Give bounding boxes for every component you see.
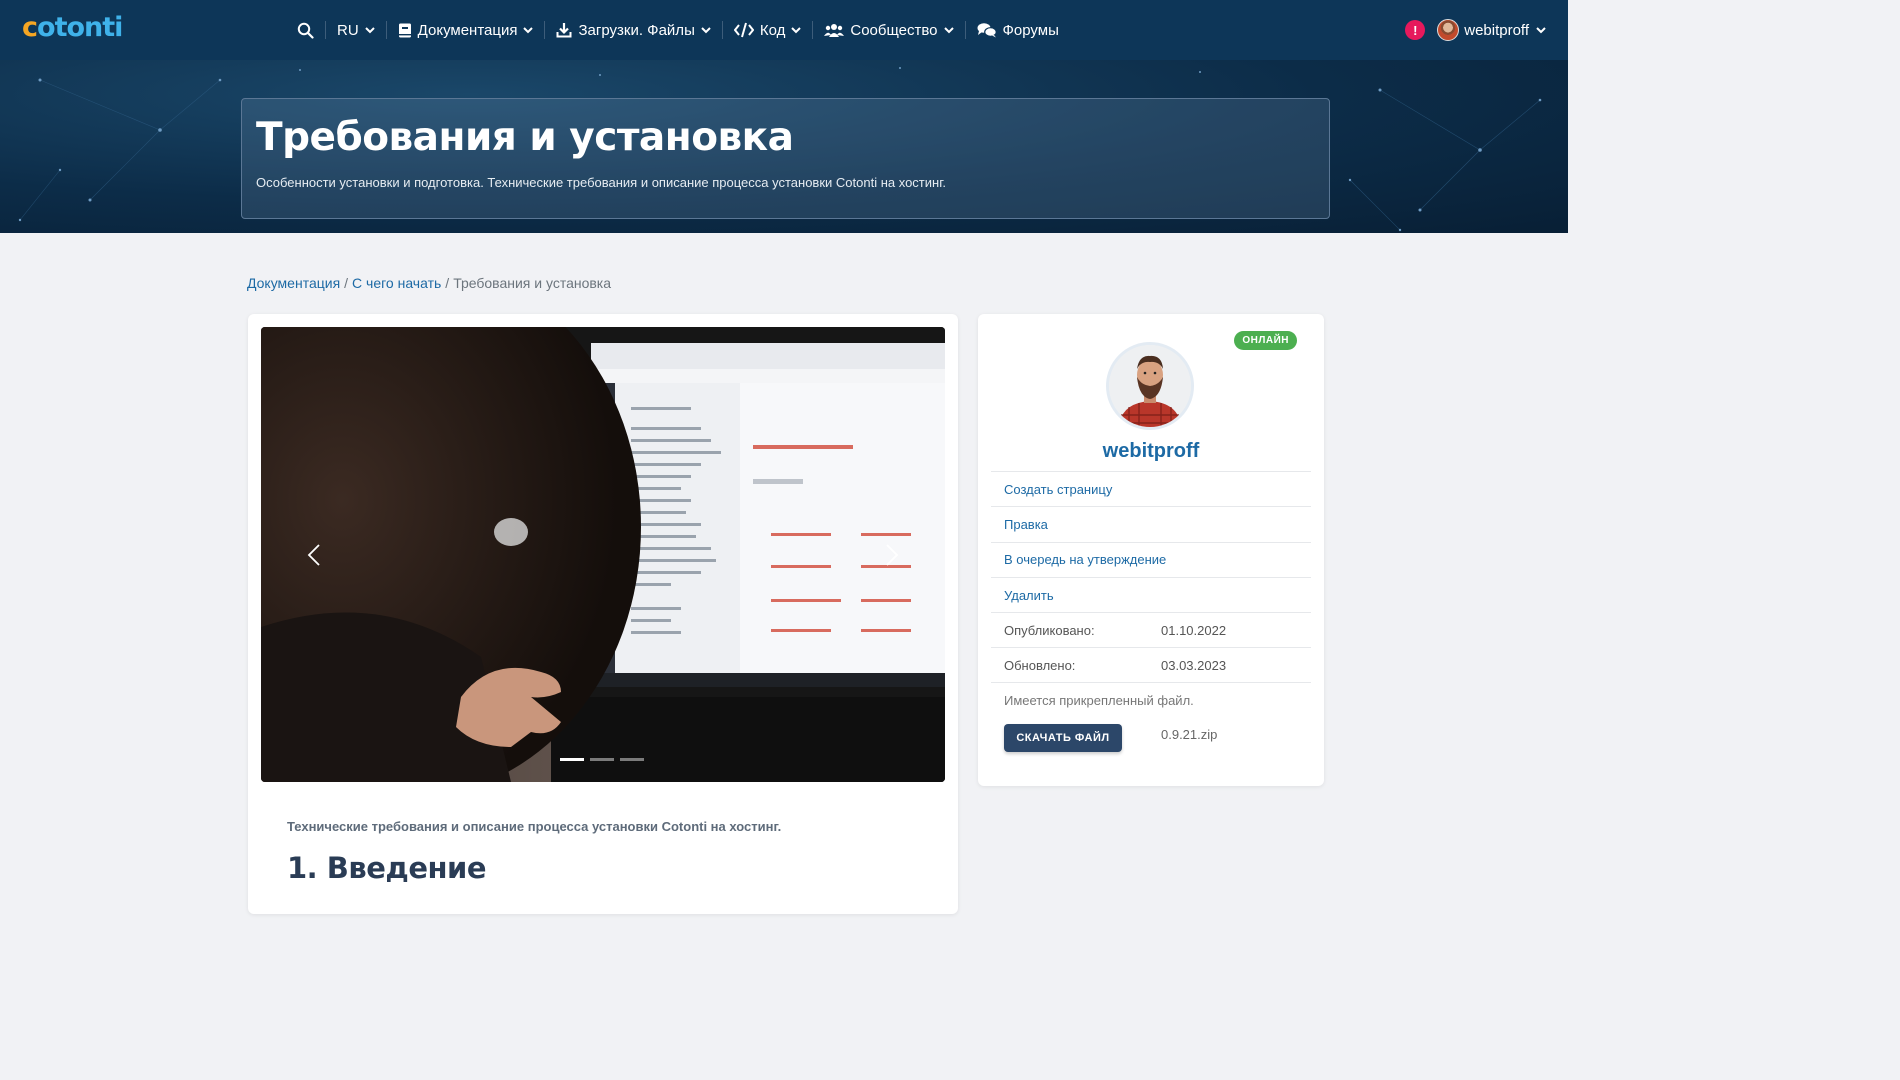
- attachment-note: Имеется прикрепленный файл.: [1004, 693, 1194, 708]
- updated-row: Обновлено: 03.03.2023: [991, 647, 1311, 683]
- breadcrumb-link[interactable]: Документация: [247, 275, 340, 291]
- author-actions: Создать страницу Правка В очередь на утв…: [991, 471, 1311, 683]
- chevron-right-icon: [885, 543, 899, 567]
- nav-forums-label: Форумы: [1002, 21, 1059, 39]
- top-navbar: cotonti RU Документация Загрузки. Файлы: [0, 0, 1568, 60]
- list-item: Правка: [991, 506, 1311, 541]
- carousel-indicator[interactable]: [590, 758, 614, 761]
- carousel-indicator[interactable]: [560, 758, 584, 761]
- chevron-left-icon: [307, 543, 321, 567]
- carousel-next-button[interactable]: [877, 537, 907, 573]
- site-logo[interactable]: c otonti: [22, 12, 123, 43]
- chevron-down-icon: [791, 26, 802, 34]
- download-file-button[interactable]: СКАЧАТЬ ФАЙЛ: [1004, 724, 1122, 752]
- carousel-image: [261, 327, 945, 782]
- carousel-indicator[interactable]: [620, 758, 644, 761]
- status-badge: ОНЛАЙН: [1234, 331, 1297, 350]
- queue-approval-link[interactable]: В очередь на утверждение: [1004, 552, 1166, 567]
- logo-letter: c: [22, 12, 38, 43]
- book-icon: [398, 23, 412, 38]
- nav-downloads-label: Загрузки. Файлы: [578, 21, 695, 39]
- lang-dropdown[interactable]: RU: [326, 0, 386, 60]
- search-icon: [297, 22, 314, 39]
- published-date: 01.10.2022: [1161, 622, 1227, 638]
- breadcrumb-separator: /: [445, 275, 450, 291]
- nav-downloads[interactable]: Загрузки. Файлы: [545, 0, 721, 60]
- chevron-down-icon: [523, 26, 534, 34]
- user-area: ! webitproff: [1405, 0, 1546, 60]
- list-item: В очередь на утверждение: [991, 541, 1311, 577]
- nav-community[interactable]: Сообщество: [813, 0, 964, 60]
- user-menu-label[interactable]: webitproff: [1464, 22, 1529, 39]
- logo-text: otonti: [37, 12, 123, 43]
- comments-icon: [977, 22, 997, 38]
- profile-username[interactable]: webitproff: [978, 440, 1324, 463]
- breadcrumb-link[interactable]: С чего начать: [352, 275, 441, 291]
- carousel-indicators: [560, 758, 650, 761]
- author-card: ОНЛАЙН webitproff Создать страницу Правк…: [978, 314, 1324, 786]
- download-icon: [556, 22, 572, 38]
- code-icon: [733, 22, 754, 38]
- breadcrumb-separator: /: [344, 275, 349, 291]
- edit-link[interactable]: Правка: [1004, 517, 1048, 532]
- image-carousel[interactable]: [261, 327, 945, 782]
- updated-label: Обновлено:: [1004, 657, 1076, 673]
- create-page-link[interactable]: Создать страницу: [1004, 482, 1112, 497]
- nav-code[interactable]: Код: [723, 0, 813, 60]
- article-lead: Технические требования и описание процес…: [287, 819, 782, 834]
- users-icon: [824, 23, 845, 38]
- published-row: Опубликовано: 01.10.2022: [991, 612, 1311, 647]
- attachment-filename: 0.9.21.zip: [1161, 727, 1218, 742]
- avatar[interactable]: [1106, 342, 1194, 430]
- chevron-down-icon[interactable]: [1536, 26, 1546, 34]
- nav-docs-label: Документация: [417, 21, 518, 39]
- notification-badge[interactable]: !: [1405, 20, 1426, 40]
- main-nav: RU Документация Загрузки. Файлы Код Сооб…: [286, 0, 1070, 60]
- chevron-down-icon: [701, 26, 711, 34]
- nav-forums[interactable]: Форумы: [966, 0, 1070, 60]
- nav-community-label: Сообщество: [850, 21, 938, 39]
- avatar[interactable]: [1437, 19, 1460, 41]
- lang-label: RU: [337, 21, 359, 39]
- carousel-prev-button[interactable]: [299, 537, 329, 573]
- page-title: Требования и установка: [256, 115, 794, 160]
- chevron-down-icon: [943, 26, 954, 34]
- list-item: Создать страницу: [991, 471, 1311, 506]
- hero-title-box: Требования и установка Особенности устан…: [241, 98, 1330, 219]
- list-item: Удалить: [991, 576, 1311, 612]
- delete-link[interactable]: Удалить: [1004, 588, 1054, 603]
- article-card: Технические требования и описание процес…: [248, 314, 958, 914]
- page-subtitle: Особенности установки и подготовка. Техн…: [256, 175, 946, 190]
- chevron-down-icon: [364, 26, 375, 34]
- section-heading: 1. Введение: [287, 851, 487, 885]
- breadcrumb-current: Требования и установка: [453, 275, 612, 291]
- published-label: Опубликовано:: [1004, 622, 1095, 638]
- nav-docs[interactable]: Документация: [387, 0, 545, 60]
- search-button[interactable]: [286, 0, 325, 60]
- hero-banner: Требования и установка Особенности устан…: [0, 60, 1568, 233]
- breadcrumb: Документация / С чего начать / Требования и …: [247, 275, 611, 291]
- nav-code-label: Код: [759, 21, 786, 39]
- updated-date: 03.03.2023: [1161, 657, 1227, 673]
